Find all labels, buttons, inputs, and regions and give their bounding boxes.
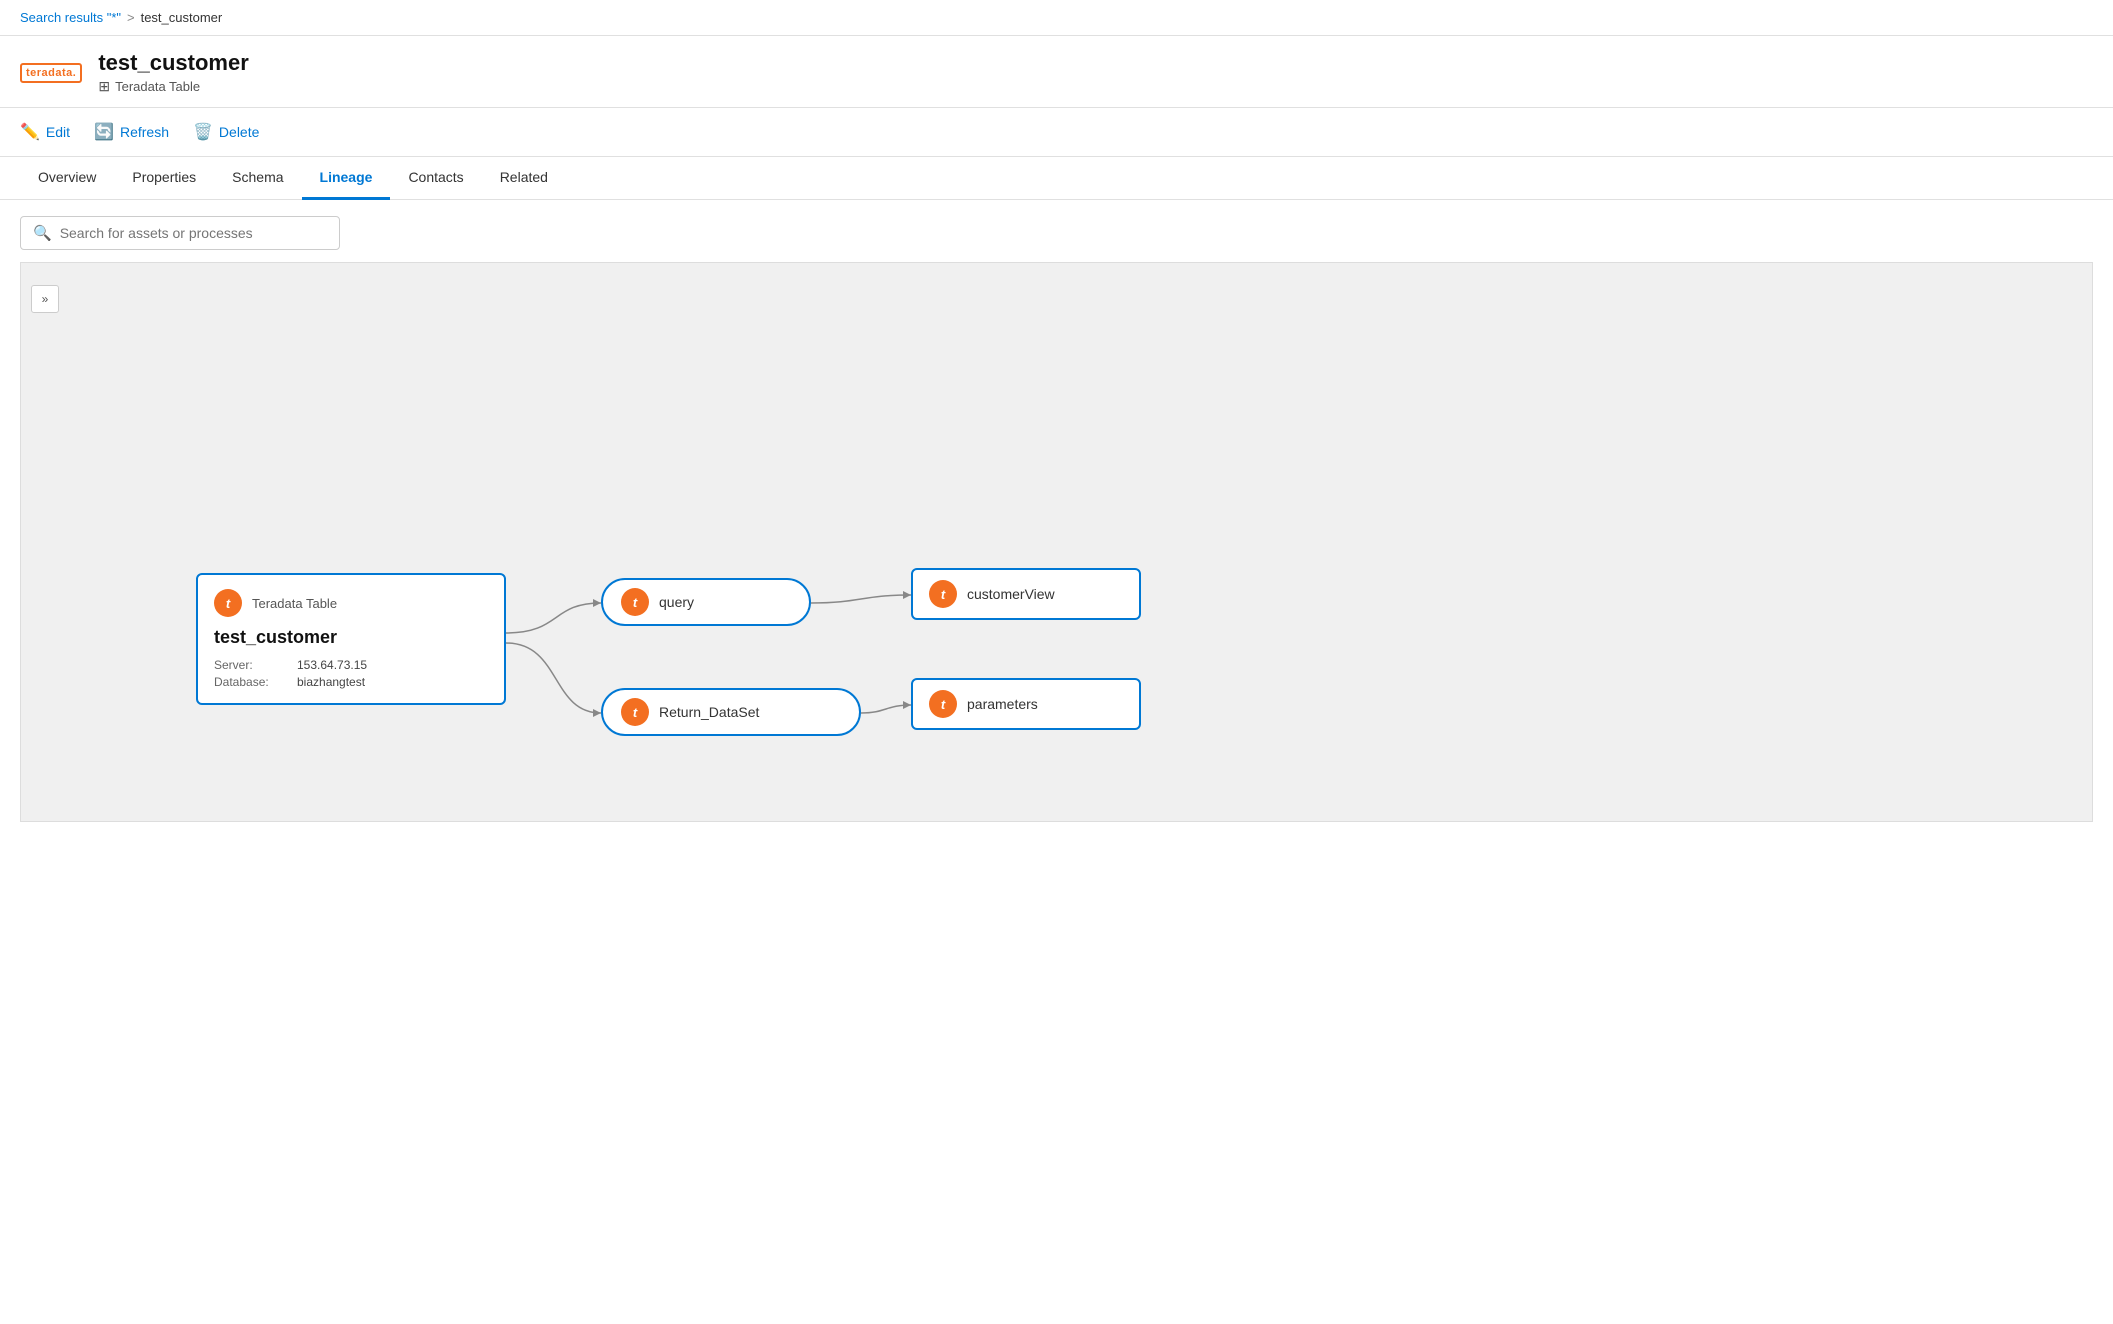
source-node-header: t Teradata Table [214,589,488,617]
source-type-label: Teradata Table [252,596,337,611]
server-label: Server: [214,658,294,672]
graph-canvas: » t Teradata Table t [20,262,2093,822]
edit-button[interactable]: ✏️ Edit [20,118,70,146]
query-t-icon: t [621,588,649,616]
tab-overview[interactable]: Overview [20,157,114,200]
table-icon: ⊞ [98,78,110,95]
query-node[interactable]: t query [601,578,811,626]
toolbar: ✏️ Edit 🔄 Refresh 🗑️ Delete [0,108,2113,157]
source-t-icon: t [214,589,242,617]
breadcrumb-separator: > [127,10,135,25]
source-node[interactable]: t Teradata Table test_customer Server: 1… [196,573,506,705]
search-icon: 🔍 [33,224,52,242]
return-t-icon: t [621,698,649,726]
edit-label: Edit [46,124,70,140]
source-name: test_customer [214,627,488,648]
tab-lineage[interactable]: Lineage [302,157,391,200]
breadcrumb: Search results "*" > test_customer [0,0,2113,36]
asset-type: ⊞ Teradata Table [98,78,248,95]
edit-icon: ✏️ [20,122,40,142]
delete-icon: 🗑️ [193,122,213,142]
expand-icon: » [42,292,49,306]
query-label: query [659,594,694,610]
tab-contacts[interactable]: Contacts [390,157,481,200]
asset-title-block: test_customer ⊞ Teradata Table [98,50,248,95]
return-dataset-node[interactable]: t Return_DataSet [601,688,861,736]
asset-title: test_customer [98,50,248,76]
teradata-logo: teradata. [20,63,82,83]
server-value: 153.64.73.15 [297,658,488,672]
tab-related[interactable]: Related [482,157,566,200]
customer-view-label: customerView [967,586,1055,602]
delete-button[interactable]: 🗑️ Delete [193,118,259,146]
database-label: Database: [214,675,294,689]
customer-view-t-icon: t [929,580,957,608]
tab-properties[interactable]: Properties [114,157,214,200]
tabs: Overview Properties Schema Lineage Conta… [0,157,2113,200]
breadcrumb-current: test_customer [141,10,223,25]
refresh-button[interactable]: 🔄 Refresh [94,118,169,146]
customer-view-node[interactable]: t customerView [911,568,1141,620]
refresh-icon: 🔄 [94,122,114,142]
lineage-graph-svg [21,263,2092,821]
tab-schema[interactable]: Schema [214,157,301,200]
parameters-t-icon: t [929,690,957,718]
source-info: Server: 153.64.73.15 Database: biazhangt… [214,658,488,689]
return-label: Return_DataSet [659,704,759,720]
asset-header: teradata. test_customer ⊞ Teradata Table [0,36,2113,108]
breadcrumb-search-link[interactable]: Search results "*" [20,10,121,25]
parameters-node[interactable]: t parameters [911,678,1141,730]
search-input[interactable] [60,225,327,241]
expand-toggle[interactable]: » [31,285,59,313]
delete-label: Delete [219,124,259,140]
parameters-label: parameters [967,696,1038,712]
database-value: biazhangtest [297,675,488,689]
search-bar[interactable]: 🔍 [20,216,340,250]
refresh-label: Refresh [120,124,169,140]
asset-type-label: Teradata Table [115,79,200,94]
lineage-container: 🔍 » t [0,200,2113,822]
